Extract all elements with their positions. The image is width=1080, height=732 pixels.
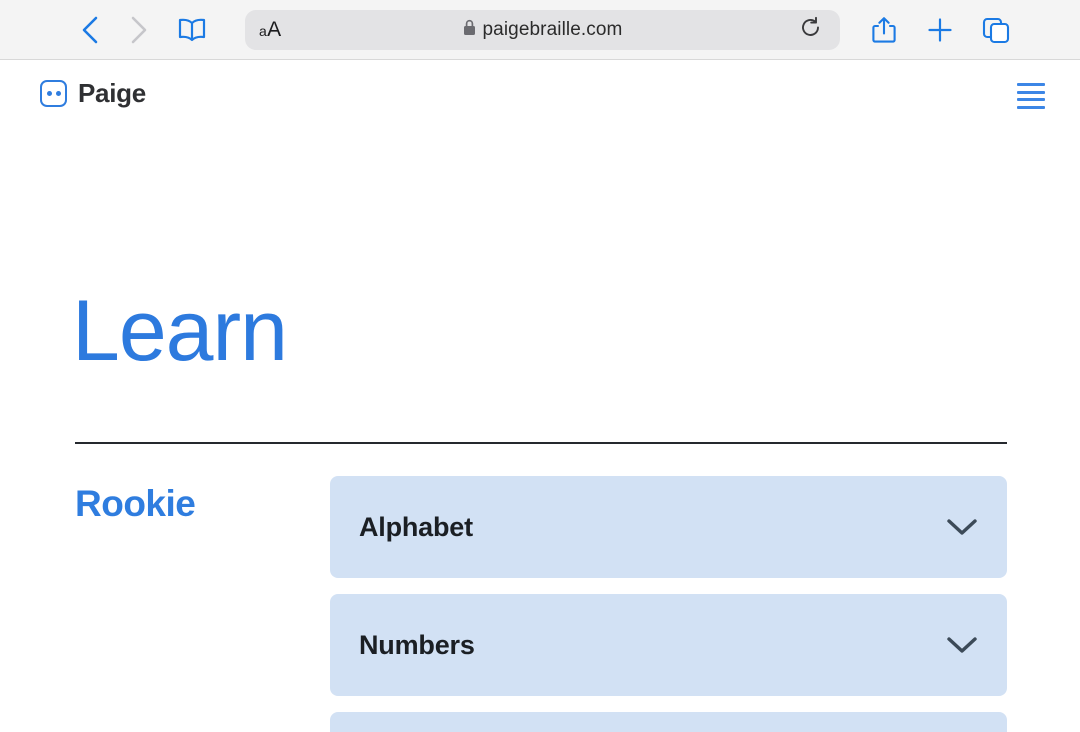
chevron-down-icon[interactable] bbox=[945, 510, 979, 544]
hamburger-line bbox=[1017, 98, 1045, 101]
share-button[interactable] bbox=[866, 10, 902, 50]
accordion-title: Alphabet bbox=[359, 512, 473, 543]
hamburger-line bbox=[1017, 91, 1045, 94]
text-size-large-a: A bbox=[267, 18, 281, 42]
accordion-item-punctuation[interactable]: Punctuation bbox=[330, 712, 1007, 732]
site-header: Paige bbox=[0, 60, 1080, 136]
accordion-item-alphabet[interactable]: Alphabet bbox=[330, 476, 1007, 578]
share-icon bbox=[871, 15, 897, 45]
page-title: Learn bbox=[72, 288, 287, 374]
url-bar[interactable]: a A paigebraille.com bbox=[245, 10, 840, 50]
hamburger-line bbox=[1017, 106, 1045, 109]
brand-name: Paige bbox=[78, 78, 146, 109]
section-divider bbox=[75, 442, 1007, 444]
section-label-rookie: Rookie bbox=[75, 483, 195, 525]
url-text: paigebraille.com bbox=[483, 19, 623, 41]
book-icon bbox=[177, 17, 207, 43]
text-size-button[interactable]: a A bbox=[259, 18, 281, 42]
plus-icon bbox=[927, 17, 953, 43]
brand-logo[interactable]: Paige bbox=[40, 78, 146, 109]
hamburger-line bbox=[1017, 83, 1045, 86]
tabs-icon bbox=[982, 16, 1010, 44]
new-tab-button[interactable] bbox=[922, 10, 958, 50]
lesson-accordion-list: Alphabet Numbers Punctuation bbox=[330, 476, 1007, 732]
accordion-title: Numbers bbox=[359, 630, 475, 661]
page-content: Paige Learn Rookie Alphabet Numbers bbox=[0, 60, 1080, 732]
paige-braille-logo-icon bbox=[40, 80, 67, 107]
tabs-button[interactable] bbox=[978, 10, 1014, 50]
reload-button[interactable] bbox=[794, 13, 828, 47]
toolbar-right-group bbox=[866, 0, 1014, 60]
chevron-left-icon bbox=[79, 15, 101, 45]
reload-icon bbox=[800, 16, 822, 45]
browser-toolbar: a A paigebraille.com bbox=[0, 0, 1080, 60]
forward-button[interactable] bbox=[116, 8, 160, 52]
hamburger-menu-button[interactable] bbox=[1014, 80, 1048, 112]
accordion-item-numbers[interactable]: Numbers bbox=[330, 594, 1007, 696]
url-display[interactable]: paigebraille.com bbox=[245, 19, 840, 41]
chevron-right-icon bbox=[127, 15, 149, 45]
chevron-down-icon[interactable] bbox=[945, 628, 979, 662]
back-button[interactable] bbox=[68, 8, 112, 52]
text-size-small-a: a bbox=[259, 23, 267, 39]
bookmarks-button[interactable] bbox=[170, 8, 214, 52]
lock-icon bbox=[463, 19, 476, 41]
